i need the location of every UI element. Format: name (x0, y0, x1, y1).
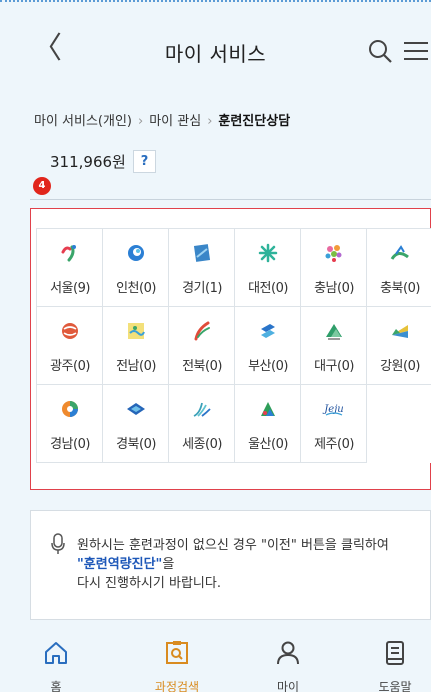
region-grid: 서울(9) 인천(0) 경기(1) 대전(0) 충남(0) 충북(0) 광주(0… (36, 228, 431, 463)
course-search-icon (166, 641, 188, 664)
daegu-emblem-icon (326, 324, 342, 340)
notice-line-2-suffix: 을 (162, 557, 175, 572)
jeonbuk-emblem-icon (194, 321, 210, 341)
region-label: 경기(1) (182, 281, 222, 296)
region-cell-seoul[interactable]: 서울(9) (37, 229, 103, 307)
region-label: 세종(0) (182, 437, 222, 452)
header-bar: 〈 마이 서비스 (0, 22, 431, 78)
breadcrumb-separator: › (207, 114, 213, 129)
breadcrumb-item[interactable]: 마이 관심 (149, 114, 201, 129)
bottom-nav: 홈 과정검색 마이 도움말 (0, 630, 431, 692)
daejeon-emblem-icon (258, 243, 278, 263)
gwangju-emblem-icon (62, 323, 78, 339)
region-label: 대전(0) (248, 281, 288, 296)
breadcrumb-item[interactable]: 마이 서비스(개인) (34, 114, 132, 129)
region-cell-ulsan[interactable]: 울산(0) (235, 385, 301, 463)
region-cell-jeonbuk[interactable]: 전북(0) (169, 307, 235, 385)
region-label: 전북(0) (182, 359, 222, 374)
region-label: 울산(0) (248, 437, 288, 452)
region-cell-incheon[interactable]: 인천(0) (103, 229, 169, 307)
gyeonggi-emblem-icon (193, 244, 211, 262)
region-selection-box: 서울(9) 인천(0) 경기(1) 대전(0) 충남(0) 충북(0) 광주(0… (30, 208, 431, 490)
gyeongnam-emblem-icon (62, 401, 78, 417)
jeju-emblem-icon: Jeju (322, 404, 344, 416)
gangwon-emblem-icon (392, 325, 408, 338)
menu-icon[interactable] (402, 40, 430, 62)
notice-line-1: 원하시는 훈련과정이 없으신 경우 "이전" 버튼을 클릭하여 (77, 538, 389, 553)
breadcrumb: 마이 서비스(개인) › 마이 관심 › 훈련진단상담 (34, 110, 290, 129)
region-cell-gangwon[interactable]: 강원(0) (367, 307, 431, 385)
breadcrumb-separator: › (138, 114, 144, 129)
nav-label: 마이 (276, 680, 300, 692)
nav-home[interactable]: 홈 (16, 630, 96, 692)
nav-course-search[interactable]: 과정검색 (137, 630, 217, 692)
nav-label: 도움말 (378, 680, 412, 692)
step-badge: 4 (33, 177, 51, 195)
region-label: 광주(0) (50, 359, 90, 374)
region-label: 부산(0) (248, 359, 288, 374)
region-cell-chungbuk[interactable]: 충북(0) (367, 229, 431, 307)
region-label: 충북(0) (380, 281, 420, 296)
search-icon[interactable] (367, 38, 393, 64)
region-cell-chungnam[interactable]: 충남(0) (301, 229, 367, 307)
region-cell-gyeongnam[interactable]: 경남(0) (37, 385, 103, 463)
top-dotted-border (0, 0, 431, 6)
region-label: 서울(9) (50, 281, 90, 296)
incheon-emblem-icon (128, 245, 144, 261)
ulsan-emblem-icon (261, 402, 275, 416)
help-button[interactable]: ? (133, 150, 156, 173)
notice-text: 원하시는 훈련과정이 없으신 경우 "이전" 버튼을 클릭하여 "훈련역량진단"… (77, 536, 389, 593)
region-cell-gyeongbuk[interactable]: 경북(0) (103, 385, 169, 463)
divider (30, 199, 431, 200)
notice-box: 원하시는 훈련과정이 없으신 경우 "이전" 버튼을 클릭하여 "훈련역량진단"… (30, 510, 431, 620)
seoul-emblem-icon (61, 245, 76, 262)
help-book-icon (386, 641, 404, 665)
empty-cell (367, 385, 431, 463)
region-cell-sejong[interactable]: 세종(0) (169, 385, 235, 463)
region-label: 전남(0) (116, 359, 156, 374)
nav-label: 홈 (50, 680, 62, 692)
user-icon (277, 641, 299, 665)
region-cell-daegu[interactable]: 대구(0) (301, 307, 367, 385)
region-label: 경북(0) (116, 437, 156, 452)
chungbuk-emblem-icon (390, 245, 409, 260)
sejong-emblem-icon (193, 402, 211, 417)
nav-help[interactable]: 도움말 (355, 630, 431, 692)
microphone-icon (51, 533, 65, 554)
region-cell-jeju[interactable]: Jeju 제주(0) (301, 385, 367, 463)
home-icon (45, 642, 67, 664)
region-cell-gwangju[interactable]: 광주(0) (37, 307, 103, 385)
jeonnam-emblem-icon (128, 323, 145, 339)
breadcrumb-current: 훈련진단상담 (218, 114, 291, 129)
gyeongbuk-emblem-icon (127, 403, 145, 415)
busan-emblem-icon (261, 324, 275, 338)
region-cell-gyeonggi[interactable]: 경기(1) (169, 229, 235, 307)
amount-value: 311,966원 (50, 153, 126, 171)
region-label: 대구(0) (314, 359, 354, 374)
region-cell-jeonnam[interactable]: 전남(0) (103, 307, 169, 385)
region-cell-daejeon[interactable]: 대전(0) (235, 229, 301, 307)
region-label: 강원(0) (380, 359, 420, 374)
region-label: 인천(0) (116, 281, 156, 296)
notice-line-3: 다시 진행하시기 바랍니다. (77, 576, 221, 591)
nav-my[interactable]: 마이 (248, 630, 328, 692)
nav-label: 과정검색 (154, 680, 200, 692)
region-label: 경남(0) (50, 437, 90, 452)
notice-line-2: "훈련역량진단"을 (77, 555, 389, 574)
region-label: 제주(0) (314, 437, 354, 452)
chungnam-emblem-icon (325, 245, 342, 262)
region-label: 충남(0) (314, 281, 354, 296)
notice-highlight: "훈련역량진단" (77, 557, 163, 572)
region-cell-busan[interactable]: 부산(0) (235, 307, 301, 385)
